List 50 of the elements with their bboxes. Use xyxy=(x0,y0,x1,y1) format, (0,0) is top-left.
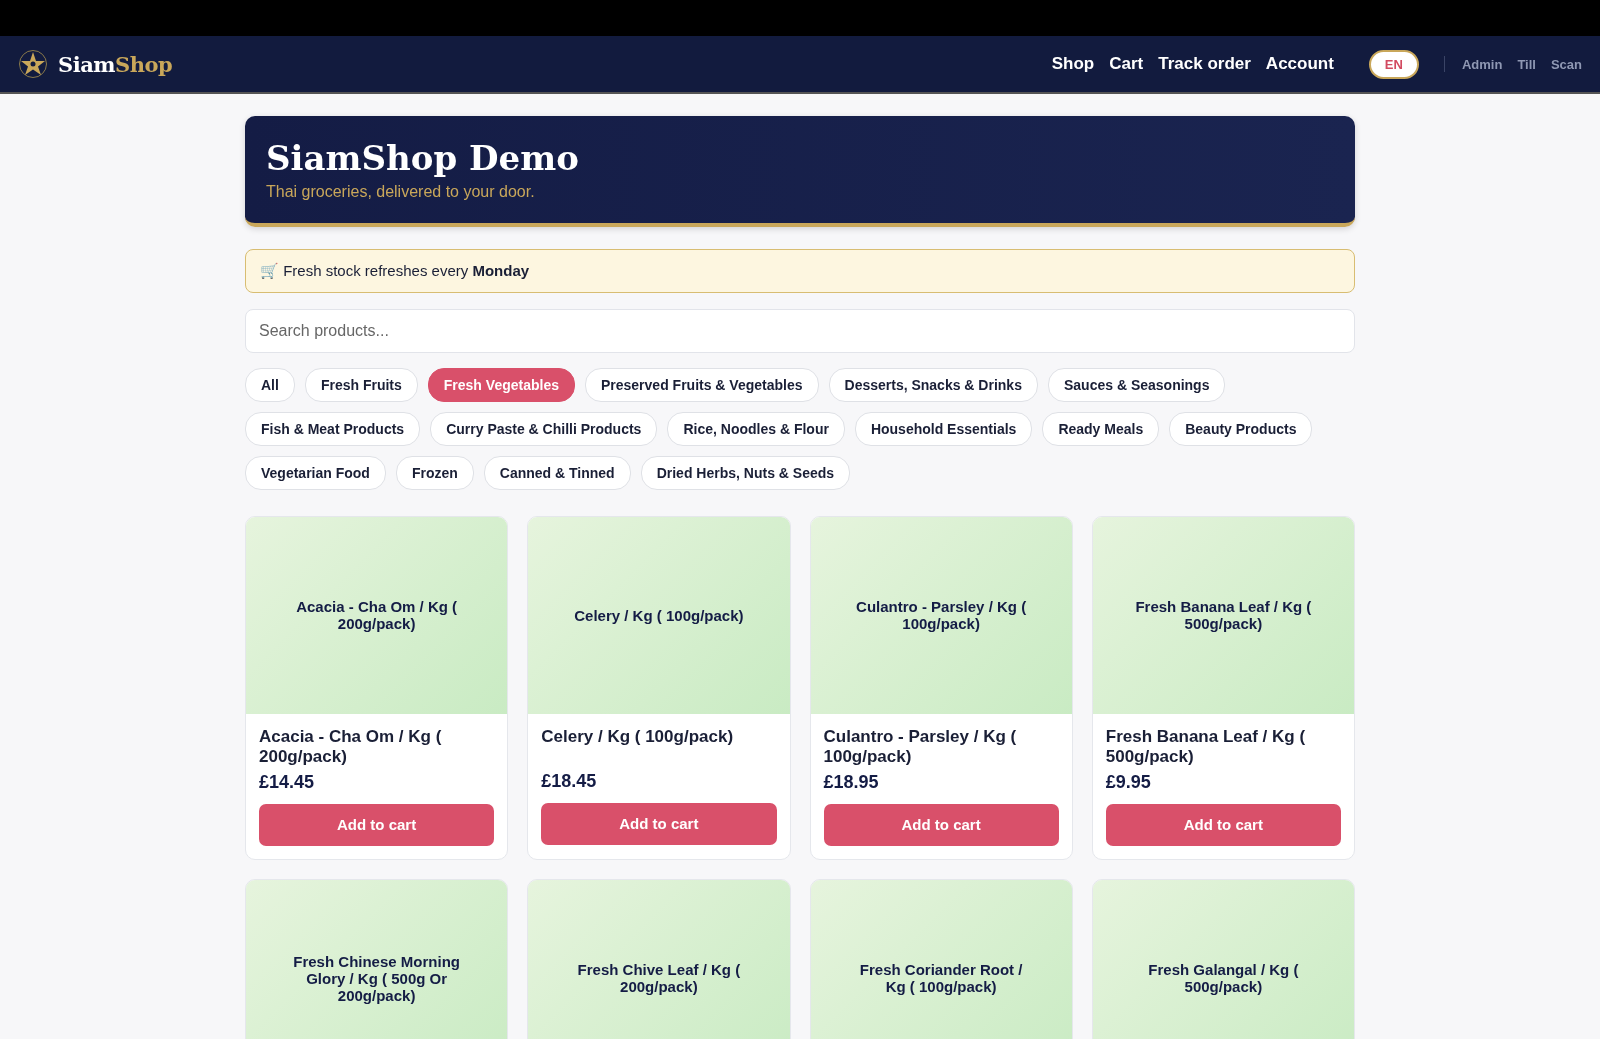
image-label: Fresh Galangal / Kg ( 500g/pack) xyxy=(1147,961,1300,996)
image-label: Acacia - Cha Om / Kg ( 200g/pack) xyxy=(295,598,459,633)
nav-link[interactable]: Track order xyxy=(1158,54,1251,74)
category-chip[interactable]: Household Essentials xyxy=(854,411,1033,446)
add-to-cart-button[interactable]: Add to cart xyxy=(823,803,1059,846)
language-button[interactable]: EN xyxy=(1368,49,1419,79)
category-chip[interactable]: Fresh Vegetables xyxy=(427,367,575,402)
product-name: Fresh Banana Leaf / Kg ( 500g/pack) xyxy=(1105,726,1307,768)
staff-link[interactable]: Admin xyxy=(1461,56,1503,72)
brand-name[interactable]: SiamShop xyxy=(58,51,173,77)
search-field[interactable]: Search products... xyxy=(245,308,1355,353)
image-label: Fresh Coriander Root / Kg ( 100g/pack) xyxy=(858,961,1024,996)
image-label: Fresh Chive Leaf / Kg ( 200g/pack) xyxy=(576,961,742,996)
product-price: £9.95 xyxy=(1105,771,1152,793)
nav-link[interactable]: Account xyxy=(1265,54,1334,74)
hero-title: SiamShop Demo xyxy=(266,138,580,179)
product-price: £14.45 xyxy=(259,771,316,793)
staff-link[interactable]: Scan xyxy=(1550,56,1582,72)
category-chip[interactable]: Desserts, Snacks & Drinks xyxy=(828,367,1038,402)
hero-subtitle: Thai groceries, delivered to your door. xyxy=(266,182,536,201)
add-to-cart-button[interactable]: Add to cart xyxy=(541,802,777,845)
stock-notice: 🛒 Fresh stock refreshes every Monday xyxy=(245,248,1355,293)
category-chip[interactable]: Fish & Meat Products xyxy=(245,411,421,446)
category-chip[interactable]: Fresh Fruits xyxy=(304,367,418,402)
image-label: Fresh Banana Leaf / Kg ( 500g/pack) xyxy=(1134,598,1313,633)
star-logo-icon xyxy=(18,49,48,79)
product-price: £18.45 xyxy=(541,770,598,792)
category-chip[interactable]: Dried Herbs, Nuts & Seeds xyxy=(640,455,851,490)
category-chip[interactable]: Preserved Fruits & Vegetables xyxy=(584,367,819,402)
staff-link[interactable]: Till xyxy=(1517,56,1536,72)
product-price: £18.95 xyxy=(823,771,880,793)
category-chip[interactable]: Curry Paste & Chilli Products xyxy=(430,411,658,446)
category-chip[interactable]: Frozen xyxy=(395,455,474,490)
image-label: Celery / Kg ( 100g/pack) xyxy=(574,606,744,624)
add-to-cart-button[interactable]: Add to cart xyxy=(259,803,495,846)
nav-link[interactable]: Shop xyxy=(1051,54,1095,74)
category-chip[interactable]: Sauces & Seasonings xyxy=(1047,367,1226,402)
product-name: Culantro - Parsley / Kg ( 100g/pack) xyxy=(823,726,1018,768)
category-chip[interactable]: Ready Meals xyxy=(1042,411,1160,446)
category-chip[interactable]: Canned & Tinned xyxy=(483,455,631,490)
nav-link[interactable]: Cart xyxy=(1109,54,1144,74)
image-label: Culantro - Parsley / Kg ( 100g/pack) xyxy=(855,598,1028,633)
category-chip[interactable]: Vegetarian Food xyxy=(245,455,386,490)
category-chip[interactable]: All xyxy=(245,367,295,402)
product-name: Celery / Kg ( 100g/pack) xyxy=(541,726,735,748)
product-name: Acacia - Cha Om / Kg ( 200g/pack) xyxy=(259,726,443,768)
add-to-cart-button[interactable]: Add to cart xyxy=(1105,803,1341,846)
image-label: Fresh Chinese Morning Glory / Kg ( 500g Or 200g/pack) xyxy=(292,952,461,1004)
category-chip[interactable]: Beauty Products xyxy=(1169,411,1313,446)
category-chip[interactable]: Rice, Noodles & Flour xyxy=(667,411,845,446)
